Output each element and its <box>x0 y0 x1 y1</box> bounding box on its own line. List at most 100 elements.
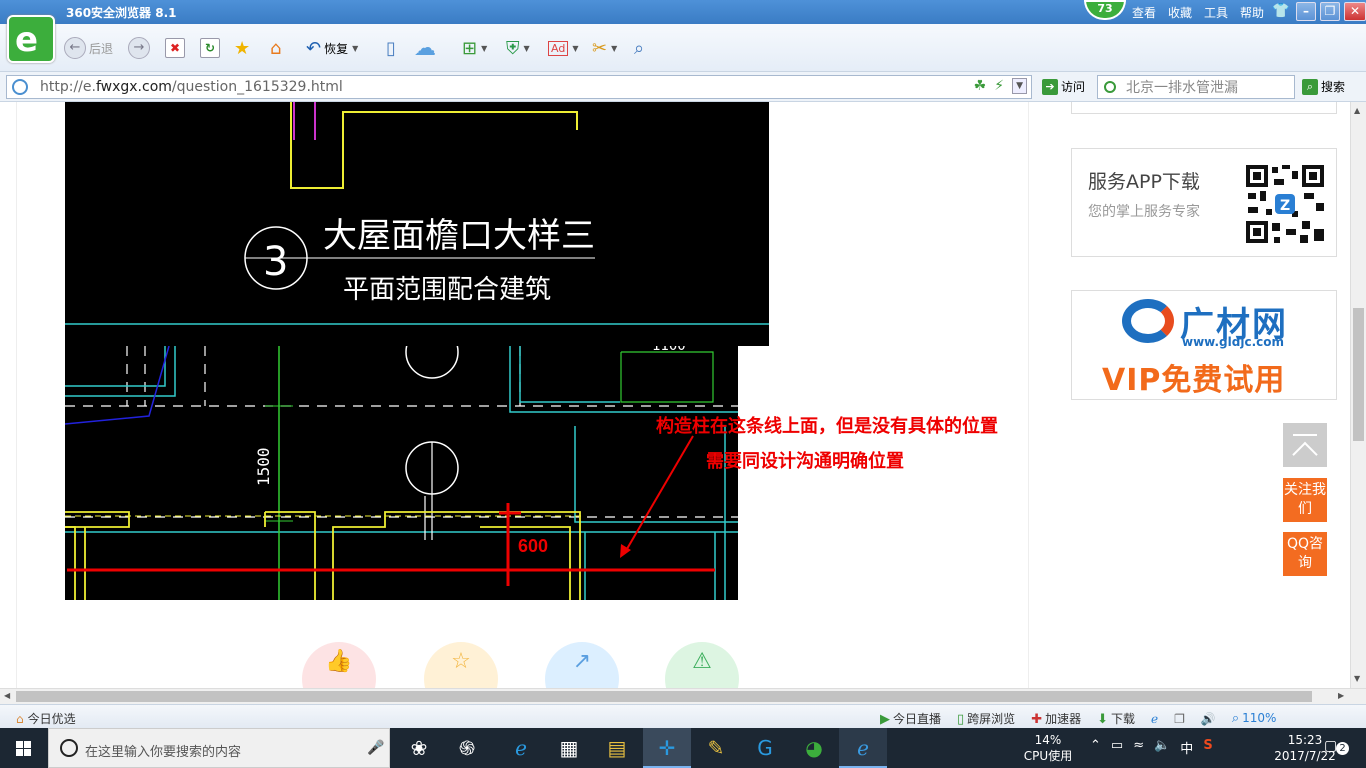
taskbar-app-browser-alt[interactable]: ֍ <box>443 728 491 768</box>
lightning-icon[interactable]: ⚡ <box>994 78 1004 94</box>
ad-icon: Ad <box>548 40 569 56</box>
follow-us-button[interactable]: 关注我们 <box>1283 478 1327 522</box>
wifi-icon[interactable]: ≈ <box>1133 738 1144 757</box>
phone-icon: ▯ <box>386 37 396 59</box>
close-button[interactable]: ✕ <box>1344 2 1366 21</box>
cpu-usage[interactable]: 14% CPU使用 <box>1020 732 1076 764</box>
ie-mode-icon[interactable]: ℯ <box>1151 712 1158 726</box>
speaker-icon[interactable]: 🔈 <box>1154 738 1170 757</box>
taskbar-app-notes[interactable]: ✎ <box>692 728 740 768</box>
menu-favorites[interactable]: 收藏 <box>1168 4 1192 21</box>
cloud-button[interactable]: ☁ <box>414 35 436 61</box>
battery-icon[interactable]: ▭ <box>1111 738 1123 757</box>
top-menu: 查看 收藏 工具 帮助 <box>1132 4 1264 21</box>
minimize-button[interactable]: – <box>1296 2 1316 21</box>
menu-view[interactable]: 查看 <box>1132 4 1156 21</box>
taskbar-app-360-browser[interactable]: ℯ <box>839 728 887 768</box>
gift-icon: ⌂ <box>16 711 24 726</box>
search-engine-icon <box>1104 81 1116 93</box>
volume-icon[interactable]: 🔊 <box>1201 712 1216 726</box>
vertical-scroll-thumb[interactable] <box>1353 308 1364 441</box>
qq-consult-button[interactable]: QQ咨询 <box>1283 532 1327 576</box>
system-tray: ⌃ ▭ ≈ 🔈 中 S <box>1090 738 1213 757</box>
zoom-button[interactable]: ⌕ <box>634 36 644 60</box>
scroll-down-icon[interactable]: ▼ <box>1354 674 1360 683</box>
taskbar-app-store[interactable]: ▦ <box>545 728 593 768</box>
plus-icon: ✚ <box>1031 712 1043 727</box>
cross-screen-button[interactable]: ▯ 跨屏浏览 <box>957 710 1015 727</box>
taskbar-app-edge[interactable]: ℯ <box>497 728 545 768</box>
taskbar-app-360[interactable]: ◕ <box>790 728 838 768</box>
daily-picks[interactable]: ⌂ 今日优选 <box>16 710 76 727</box>
skin-icon[interactable]: 👕 <box>1272 3 1289 19</box>
windows-logo-icon <box>16 741 32 756</box>
download-button[interactable]: ⬇ 下载 <box>1097 710 1135 727</box>
forward-button[interactable]: → <box>128 36 150 60</box>
microphone-icon[interactable]: 🎤 <box>367 740 384 756</box>
url-dropdown-icon[interactable]: ▼ <box>1012 78 1027 94</box>
refresh-button[interactable]: ↻ <box>200 36 220 60</box>
vertical-scrollbar[interactable]: ▲ ▼ <box>1350 102 1366 688</box>
star-icon: ★ <box>234 37 251 59</box>
url-input[interactable]: http://e.fwxgx.com/question_1615329.html… <box>6 75 1032 99</box>
window-title: 360安全浏览器 8.1 <box>66 6 177 20</box>
back-label: 后退 <box>89 41 114 56</box>
vendor-ad-card[interactable]: 广材网 www.gldjc.com VIP免费试用 <box>1071 290 1337 400</box>
zoom-icon: ⌕ <box>1231 711 1240 726</box>
app-download-card[interactable]: 服务APP下载 您的掌上服务专家 Z <box>1071 148 1337 257</box>
accelerator-button[interactable]: ✚ 加速器 <box>1031 710 1081 727</box>
mobile-button[interactable]: ▯ <box>386 36 396 60</box>
back-button[interactable]: ← 后退 <box>64 36 113 60</box>
start-button[interactable] <box>0 728 48 768</box>
horizontal-scroll-thumb[interactable] <box>16 691 1312 702</box>
taskbar-search-input[interactable]: 在这里输入你要搜索的内容 🎤 <box>48 728 390 768</box>
back-to-top-button[interactable] <box>1283 423 1327 468</box>
g-logo-icon: G <box>757 736 773 760</box>
ime-indicator[interactable]: 中 <box>1180 738 1193 757</box>
horizontal-scrollbar[interactable]: ◀ ▶ <box>0 688 1366 704</box>
taskbar-app-task-view[interactable]: ❀ <box>395 728 443 768</box>
restore-button[interactable]: ❐ <box>1320 2 1340 21</box>
scroll-up-icon[interactable]: ▲ <box>1354 106 1360 115</box>
zoom-level[interactable]: ⌕ 110% <box>1232 711 1277 726</box>
dropdown-arrow-icon: ▼ <box>572 43 579 53</box>
magnifier-icon: ⌕ <box>634 37 645 59</box>
sogou-icon[interactable]: S <box>1203 738 1212 757</box>
compat-icon[interactable]: ☘ <box>974 78 987 94</box>
favorite-button[interactable]: ★ <box>234 36 250 60</box>
scroll-left-icon[interactable]: ◀ <box>4 691 10 700</box>
taskbar-app-glodon[interactable]: G <box>741 728 789 768</box>
stop-button[interactable]: ✖ <box>165 36 185 60</box>
cad-subtitle: 平面范围配合建筑 <box>343 275 551 305</box>
status-tools: ▶ 今日直播 ▯ 跨屏浏览 ✚ 加速器 ⬇ 下载 ℯ ❐ 🔊 ⌕ 110% <box>880 710 1276 727</box>
menu-help[interactable]: 帮助 <box>1240 4 1264 21</box>
home-icon: ⌂ <box>270 37 282 59</box>
menu-tools[interactable]: 工具 <box>1204 4 1228 21</box>
sidebar-card-top <box>1071 102 1337 114</box>
taskbar-app-remote[interactable]: ✛ <box>643 728 691 768</box>
security-button[interactable]: ⛨ ▼ <box>506 36 530 60</box>
annotation-text-1: 构造柱在这条线上面，但是没有具体的位置 <box>656 416 998 437</box>
store-icon: ▦ <box>559 736 579 760</box>
taskbar-app-explorer[interactable]: ▤ <box>593 728 641 768</box>
live-button[interactable]: ▶ 今日直播 <box>880 710 941 727</box>
dropdown-arrow-icon: ▼ <box>352 43 359 53</box>
home-button[interactable]: ⌂ <box>270 36 281 60</box>
thumbs-up-icon: 👍 <box>325 649 353 674</box>
tray-expand-icon[interactable]: ⌃ <box>1090 738 1101 757</box>
search-label: 搜索 <box>1321 80 1346 94</box>
window-mode-icon[interactable]: ❐ <box>1174 712 1185 726</box>
search-input[interactable]: 北京一排水管泄漏 <box>1097 75 1295 99</box>
folder-icon: ▤ <box>607 736 627 760</box>
visit-button[interactable]: ➔ 访问 <box>1042 78 1085 95</box>
action-center-button[interactable]: ▢ 2 <box>1324 738 1349 755</box>
restore-tabs-button[interactable]: ↶ 恢复 ▼ <box>306 36 358 60</box>
screenshot-button[interactable]: ✂ ▼ <box>592 36 617 60</box>
browser-logo[interactable]: e <box>7 15 55 63</box>
scroll-right-icon[interactable]: ▶ <box>1338 691 1344 700</box>
notification-badge[interactable]: 73 <box>1084 0 1126 20</box>
apps-button[interactable]: ⊞ ▼ <box>462 36 487 60</box>
search-button[interactable]: ⌕ 搜索 <box>1302 78 1345 95</box>
cloud-icon: ☁ <box>414 35 436 61</box>
adblock-button[interactable]: Ad ▼ <box>548 36 578 60</box>
